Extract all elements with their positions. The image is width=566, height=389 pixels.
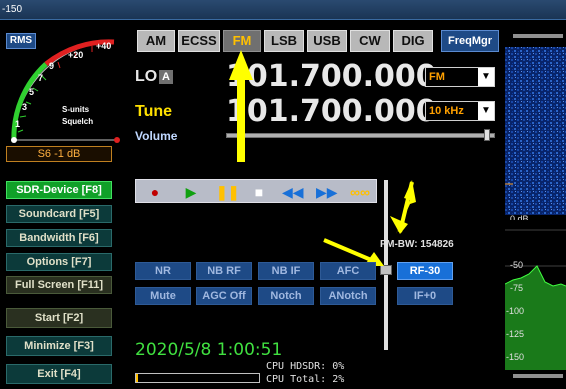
mode-dig-button[interactable]: DIG xyxy=(393,30,433,52)
cpu-bar-fill xyxy=(136,374,138,382)
rms-button[interactable]: RMS xyxy=(6,33,36,49)
lo-frequency[interactable]: 101.700.000 xyxy=(226,59,437,94)
lo-dropdown-value: FM xyxy=(429,71,445,83)
volume-slider[interactable] xyxy=(226,133,495,138)
waterfall-controls xyxy=(505,26,566,44)
afc-button[interactable]: AFC xyxy=(320,262,376,280)
stop-icon[interactable]: ■ xyxy=(250,183,268,201)
spectrum-db-125: -125 xyxy=(506,329,525,339)
spectrum-plot xyxy=(504,229,566,370)
squelch-label: Squelch xyxy=(62,117,94,126)
spectrum-display xyxy=(504,220,566,370)
cpu-total: CPU Total: 2% xyxy=(266,374,345,385)
tune-dropdown-value: 10 kHz xyxy=(429,105,464,117)
scale-label-5: 5 xyxy=(29,87,35,97)
cpu-hdsdr: CPU HDSDR: 0% xyxy=(266,361,345,372)
lo-mode-dropdown[interactable]: FM ▼ xyxy=(425,67,495,87)
mode-am-button[interactable]: AM xyxy=(137,30,175,52)
spectrum-db-100: -100 xyxy=(506,306,525,316)
volume-label: Volume xyxy=(135,129,178,143)
nb-rf-button[interactable]: NB RF xyxy=(196,262,252,280)
agc-button[interactable]: AGC Off xyxy=(196,287,252,305)
mode-lsb-button[interactable]: LSB xyxy=(264,30,304,52)
waterfall-slider[interactable] xyxy=(513,34,563,38)
play-icon[interactable]: ▶ xyxy=(182,183,200,201)
cpu-bar xyxy=(135,373,260,383)
scale-label-plus20: +20 xyxy=(68,50,84,60)
chevron-down-icon: ▼ xyxy=(478,68,494,86)
scale-label: -150 xyxy=(2,4,23,15)
chevron-down-icon: ▼ xyxy=(478,102,494,120)
exit-button[interactable]: Exit [F4] xyxy=(6,364,112,384)
spectrum-db-75: -75 xyxy=(510,283,524,293)
full-screen-button[interactable]: Full Screen [F11] xyxy=(6,276,112,294)
record-icon[interactable]: ● xyxy=(146,183,164,201)
bandwidth-button[interactable]: Bandwidth [F6] xyxy=(6,229,112,247)
spectrum-slider[interactable] xyxy=(513,374,563,378)
rewind-icon[interactable]: ◀◀ xyxy=(282,183,304,201)
notch-button[interactable]: Notch xyxy=(258,287,314,305)
clock: 2020/5/8 1:00:51 xyxy=(135,340,283,360)
rf-attenuation-button[interactable]: RF-30 xyxy=(397,262,453,280)
volume-slider-thumb[interactable] xyxy=(484,129,490,141)
anotch-button[interactable]: ANotch xyxy=(320,287,376,305)
mode-usb-button[interactable]: USB xyxy=(307,30,347,52)
fm-bandwidth-readout: FM-BW: 154826 xyxy=(380,239,454,250)
freq-manager-button[interactable]: FreqMgr xyxy=(441,30,499,52)
lo-badge: A xyxy=(159,70,173,84)
spectrum-db-150: -150 xyxy=(506,352,525,362)
scale-label-plus40: +40 xyxy=(96,41,112,51)
s-units-label: S-units xyxy=(62,105,90,114)
mode-ecss-button[interactable]: ECSS xyxy=(178,30,220,52)
tune-label: Tune xyxy=(135,103,173,120)
waterfall-display xyxy=(505,47,566,215)
minimize-button[interactable]: Minimize [F3] xyxy=(6,336,112,356)
mode-fm-button[interactable]: FM xyxy=(223,30,261,52)
pause-icon[interactable]: ❚❚ xyxy=(216,183,239,201)
signal-readout: S6 -1 dB xyxy=(6,146,112,162)
tune-frequency[interactable]: 101.700.000 xyxy=(226,94,437,129)
if-gain-button[interactable]: IF+0 xyxy=(397,287,453,305)
scale-label-7: 7 xyxy=(38,73,44,83)
sdr-device-button[interactable]: SDR-Device [F8] xyxy=(6,181,112,199)
spectrum-scale-bar: -150 xyxy=(0,0,566,20)
annotation-arrow-up xyxy=(229,50,253,162)
scale-label-3: 3 xyxy=(22,102,28,112)
nr-button[interactable]: NR xyxy=(135,262,191,280)
lo-label: LO xyxy=(135,68,158,85)
nb-if-button[interactable]: NB IF xyxy=(258,262,314,280)
mute-button[interactable]: Mute xyxy=(135,287,191,305)
scale-label-9: 9 xyxy=(49,61,55,71)
mode-cw-button[interactable]: CW xyxy=(350,30,390,52)
tune-step-dropdown[interactable]: 10 kHz ▼ xyxy=(425,101,495,121)
spectrum-db-50: -50 xyxy=(510,260,524,270)
soundcard-button[interactable]: Soundcard [F5] xyxy=(6,205,112,223)
scale-label-1: 1 xyxy=(15,119,21,129)
start-button[interactable]: Start [F2] xyxy=(6,308,112,328)
waterfall-noise xyxy=(505,47,566,215)
options-button[interactable]: Options [F7] xyxy=(6,253,112,271)
